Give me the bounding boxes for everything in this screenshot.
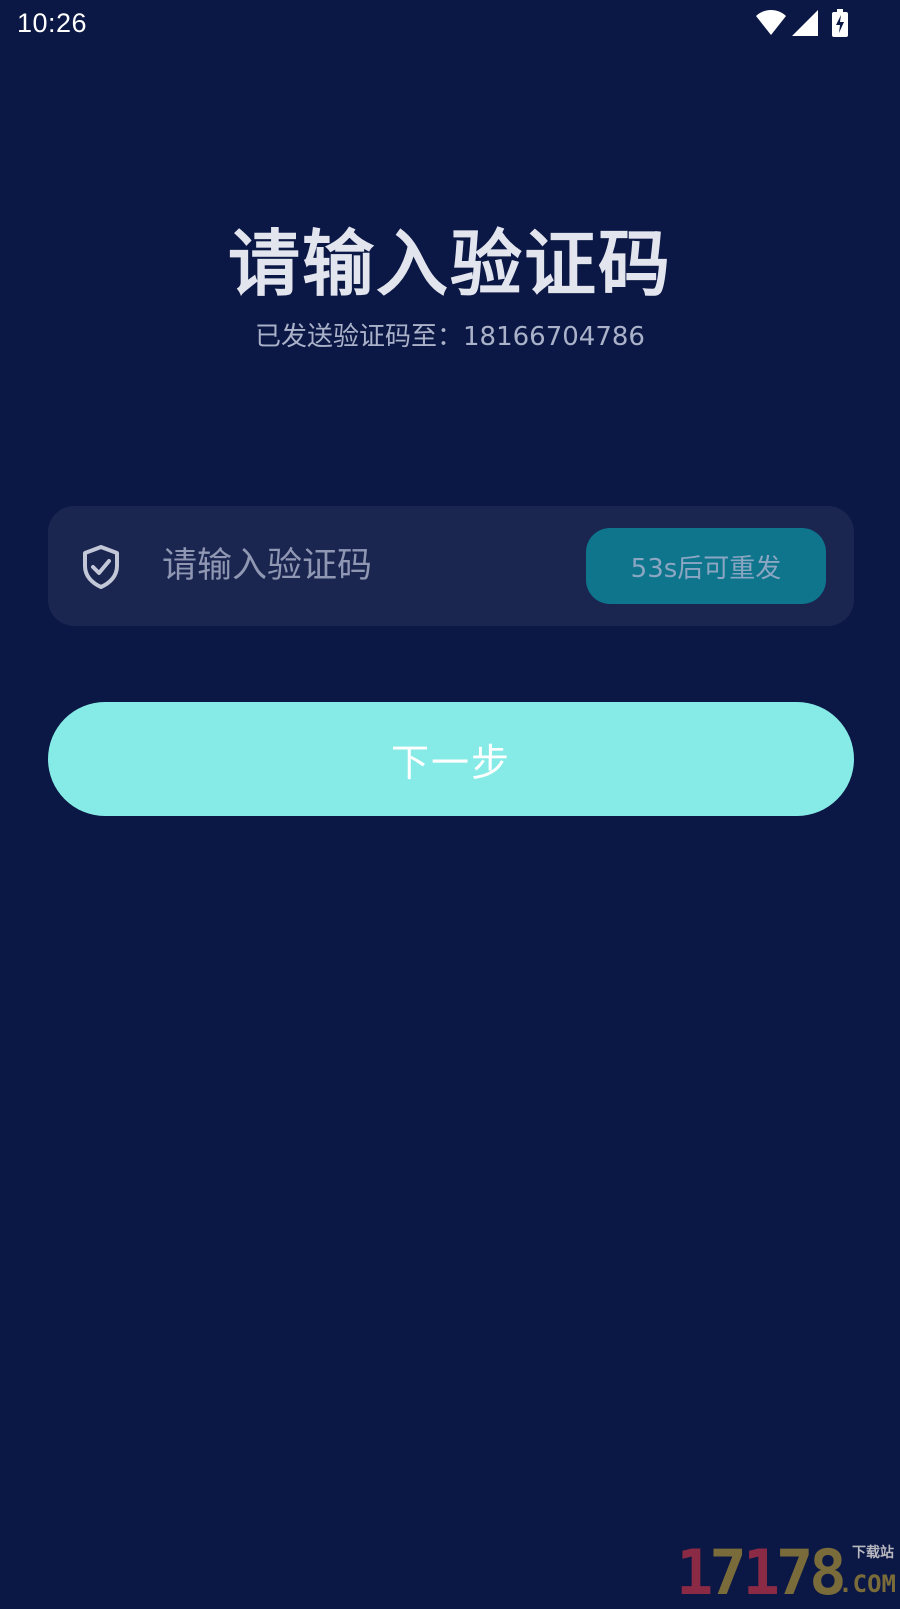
status-bar: 10:26 <box>0 0 900 50</box>
resend-code-button[interactable]: 53s后可重发 <box>586 528 826 604</box>
page-title: 请输入验证码 <box>227 222 672 306</box>
status-icons <box>756 9 848 37</box>
phone-sent-notice: 已发送验证码至：18166704786 <box>255 322 645 352</box>
watermark-logo: 17178 下载站 .COM <box>676 1536 900 1609</box>
watermark-domain: .COM <box>838 1570 896 1598</box>
verification-code-input[interactable] <box>162 536 562 596</box>
wifi-icon <box>756 10 786 36</box>
watermark-tag: 下载站 <box>852 1545 894 1561</box>
shield-check-icon <box>80 544 122 590</box>
next-step-button[interactable]: 下一步 <box>48 702 854 816</box>
signal-icon <box>792 10 818 36</box>
status-time: 10:26 <box>17 8 88 38</box>
watermark-digits: 17178 <box>676 1536 847 1609</box>
battery-charging-icon <box>832 9 848 37</box>
